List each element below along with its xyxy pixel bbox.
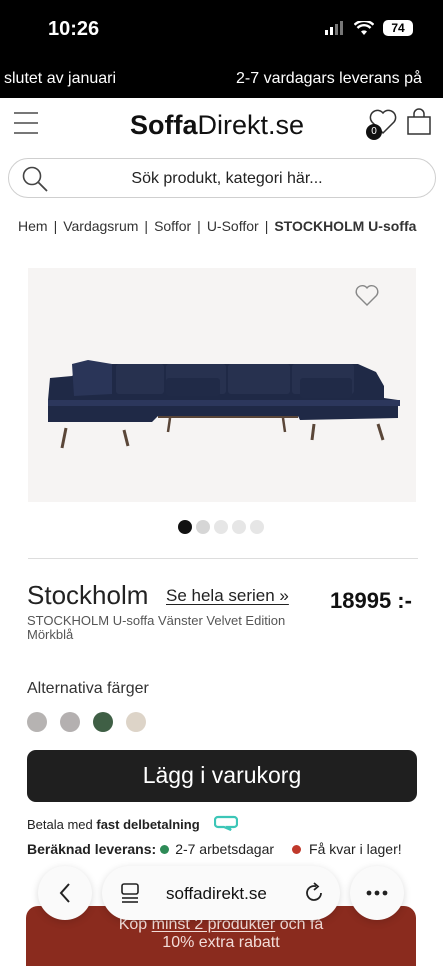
payment-prefix: Betala med (27, 817, 97, 832)
breadcrumb-soffor[interactable]: Soffor (154, 218, 191, 234)
product-subtitle: STOCKHOLM U-soffa Vänster Velvet Edition… (27, 613, 286, 642)
alternative-colors-label: Alternativa färger (27, 680, 149, 697)
payment-info: Betala med fast delbetalning (27, 817, 200, 832)
logo-regular: Direkt.se (197, 110, 305, 140)
product-price: 18995 :- (330, 588, 412, 613)
breadcrumb-home[interactable]: Hem (18, 218, 48, 234)
image-carousel-dots (178, 520, 264, 534)
color-swatch-grey[interactable] (27, 712, 47, 732)
wishlist-count-badge: 0 (366, 124, 382, 140)
in-stock-dot (160, 845, 170, 854)
wishlist-button[interactable]: 0 (366, 108, 397, 140)
menu-icon[interactable] (14, 112, 38, 134)
more-button[interactable] (350, 866, 404, 920)
carousel-dot[interactable] (250, 520, 264, 534)
delivery-info: Beräknad leverans: 2-7 arbetsdagar Få kvar… (27, 841, 402, 857)
site-header: SoffaDirekt.se 0 (0, 98, 443, 154)
status-icons: 74 (325, 20, 413, 36)
color-swatch-green[interactable] (93, 712, 113, 732)
color-swatch-beige[interactable] (126, 712, 146, 732)
site-logo[interactable]: SoffaDirekt.se (130, 110, 304, 141)
battery-icon: 74 (383, 20, 413, 36)
delivery-label: Beräknad leverans: (27, 841, 157, 857)
carousel-dot[interactable] (196, 520, 210, 534)
wishlist-heart-icon[interactable] (354, 284, 380, 308)
banner-line2: 10% extra rabatt (162, 934, 280, 951)
delivery-days: 2-7 arbetsdagar (175, 841, 275, 857)
product-name: Stockholm (27, 580, 149, 610)
color-swatches (27, 712, 146, 732)
payment-emph: fast delbetalning (96, 817, 200, 832)
stock-status: Få kvar i lager! (309, 841, 402, 857)
logo-bold: Soffa (130, 110, 198, 140)
tabs-icon (121, 883, 139, 903)
installment-logo-icon (214, 815, 238, 831)
reload-icon[interactable] (303, 882, 325, 904)
see-series-link[interactable]: Se hela serien » (166, 586, 289, 606)
more-dots-icon (366, 890, 388, 896)
carousel-dot[interactable] (232, 520, 246, 534)
low-stock-dot (292, 845, 302, 854)
status-bar: 10:26 74 (0, 0, 443, 60)
url-text: soffadirekt.se (166, 884, 267, 903)
search-placeholder: Sök produkt, kategori här... (131, 170, 323, 187)
breadcrumb: Hem | Vardagsrum | Soffor | U-Soffor | STOCKHOLM… (18, 218, 417, 234)
product-image[interactable] (28, 268, 416, 502)
back-button[interactable] (38, 866, 92, 920)
promo-text-left: slutet av januari (4, 70, 117, 87)
divider (28, 558, 418, 559)
carousel-dot[interactable] (178, 520, 192, 534)
address-bar[interactable]: soffadirekt.se (102, 866, 340, 920)
chevron-left-icon (59, 883, 70, 903)
breadcrumb-current: STOCKHOLM U-soffa (274, 218, 417, 234)
add-to-cart-button[interactable]: Lägg i varukorg (27, 750, 417, 802)
search-field[interactable]: Sök produkt, kategori här... (8, 158, 436, 198)
breadcrumb-u-soffor[interactable]: U-Soffor (207, 218, 259, 234)
promo-bar: slutet av januari 2-7 vardagars leverans… (0, 60, 443, 98)
signal-icon (325, 21, 343, 35)
carousel-dot[interactable] (214, 520, 228, 534)
promo-text-right: 2-7 vardagars leverans på (236, 70, 422, 87)
color-swatch-light-grey[interactable] (60, 712, 80, 732)
breadcrumb-vardagsrum[interactable]: Vardagsrum (63, 218, 138, 234)
shopping-bag-icon[interactable] (406, 108, 432, 136)
wifi-icon (354, 20, 374, 35)
status-time: 10:26 (48, 18, 100, 40)
